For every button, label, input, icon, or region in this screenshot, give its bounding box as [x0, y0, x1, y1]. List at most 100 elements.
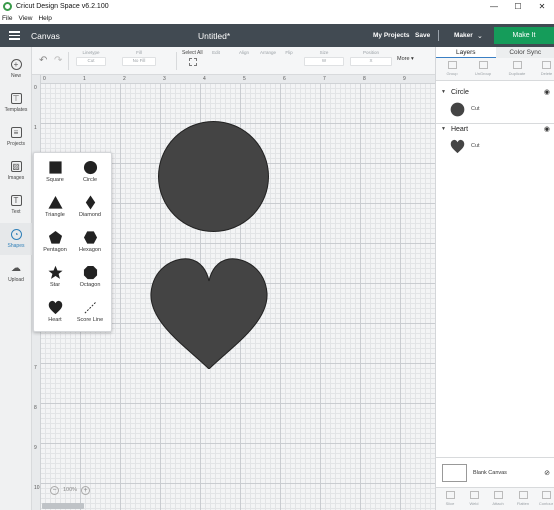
size-width-field[interactable]: W [304, 57, 344, 66]
sidebar-item-templates[interactable]: ⊤ Templates [0, 87, 32, 119]
hidden-eye-icon[interactable]: ⊘ [544, 469, 550, 477]
arrange-control[interactable]: Arrange [258, 50, 278, 55]
fill-label: Fill [136, 50, 142, 55]
redo-icon[interactable]: ↷ [54, 55, 62, 66]
close-button[interactable]: ✕ [530, 0, 554, 13]
ruler-top-number: 9 [403, 76, 406, 82]
duplicate-icon [512, 61, 522, 69]
shape-label: Square [46, 177, 64, 183]
heart-icon [48, 300, 62, 315]
edit-label: Edit [212, 50, 220, 55]
delete-button[interactable]: Delete [538, 61, 554, 76]
circle-shape[interactable] [158, 121, 269, 232]
menu-view[interactable]: View [18, 15, 32, 22]
circle-thumbnail [450, 102, 465, 116]
layer-header-circle[interactable]: ▼ Circle ◉ [436, 86, 554, 98]
fill-control[interactable]: Fill No Fill [122, 50, 156, 66]
size-control[interactable]: Size W [304, 50, 344, 66]
shape-hexagon[interactable]: Hexagon [72, 226, 108, 260]
sidebar-item-projects[interactable]: ≡ Projects [0, 121, 32, 153]
flatten-button[interactable]: Flatten [512, 491, 534, 506]
zoom-in-icon[interactable]: + [81, 485, 91, 495]
shape-star[interactable]: Star [37, 261, 73, 295]
visibility-eye-icon[interactable]: ◉ [544, 88, 550, 96]
hamburger-menu-icon[interactable] [9, 31, 20, 40]
menu-bar: File View Help [0, 13, 554, 24]
collapse-icon[interactable]: ▼ [441, 89, 446, 95]
sidebar-item-label: Shapes [7, 243, 25, 249]
horizontal-scrollbar[interactable] [42, 503, 84, 509]
machine-select[interactable]: Maker [454, 32, 473, 39]
minimize-button[interactable]: — [482, 0, 506, 13]
ruler-top-number: 0 [43, 76, 46, 82]
select-all-icon[interactable] [189, 58, 197, 66]
ruler-left-number: 9 [34, 445, 37, 451]
shape-heart[interactable]: Heart [37, 296, 73, 330]
shape-octagon[interactable]: Octagon [72, 261, 108, 295]
more-button[interactable]: More ▾ [397, 56, 414, 62]
flip-control[interactable]: Flip [282, 50, 296, 55]
position-control[interactable]: Position X [350, 50, 392, 66]
shape-diamond[interactable]: Diamond [72, 191, 108, 225]
slice-button[interactable]: Slice [440, 491, 460, 506]
shape-circle[interactable]: Circle [72, 156, 108, 190]
undo-icon[interactable]: ↶ [39, 55, 47, 66]
ungroup-label: UnGroup [474, 71, 492, 76]
layer-item-heart[interactable]: Cut [436, 135, 554, 157]
ungroup-button[interactable]: UnGroup [470, 61, 496, 76]
contour-button[interactable]: Contour [537, 491, 554, 506]
cricut-app-icon [3, 2, 12, 11]
layer-header-heart[interactable]: ▼ Heart ◉ [436, 123, 554, 135]
blank-canvas-swatch[interactable] [442, 464, 467, 482]
my-projects-button[interactable]: My Projects [373, 32, 410, 39]
save-button[interactable]: Save [415, 32, 430, 39]
group-button[interactable]: Group [440, 61, 464, 76]
tab-layers[interactable]: Layers [436, 47, 496, 58]
fill-select[interactable]: No Fill [122, 57, 156, 66]
sidebar-item-images[interactable]: ▨ Images [0, 155, 32, 187]
circle-icon [83, 160, 97, 175]
weld-button[interactable]: Weld [464, 491, 484, 506]
flatten-label: Flatten [516, 501, 530, 506]
blank-canvas-row[interactable]: Blank Canvas ⊘ [436, 457, 554, 487]
edit-control[interactable]: Edit [208, 50, 224, 55]
duplicate-label: Duplicate [508, 71, 526, 76]
tab-color-sync[interactable]: Color Sync [495, 47, 554, 58]
sidebar-item-label: Upload [8, 277, 24, 283]
layer-item-circle[interactable]: Cut [436, 98, 554, 120]
sidebar-item-new[interactable]: + New [0, 53, 32, 85]
make-it-button[interactable]: Make It [494, 27, 554, 44]
sidebar-item-shapes[interactable]: ◔ Shapes [0, 223, 32, 255]
layers-panel: Layers Color Sync Group UnGroup Duplicat… [435, 47, 554, 510]
shape-pentagon[interactable]: Pentagon [37, 226, 73, 260]
heart-shape[interactable] [149, 257, 269, 369]
attach-button[interactable]: Attach [488, 491, 508, 506]
toolbar-divider [176, 52, 177, 70]
linetype-select[interactable]: Cut [76, 57, 106, 66]
align-control[interactable]: Align [236, 50, 252, 55]
sidebar-item-text[interactable]: T Text [0, 189, 32, 221]
chevron-down-icon[interactable]: ⌄ [477, 32, 483, 40]
position-x-field[interactable]: X [350, 57, 392, 66]
shape-square[interactable]: Square [37, 156, 73, 190]
delete-label: Delete [540, 71, 553, 76]
ruler-horizontal [32, 75, 435, 84]
document-title[interactable]: Untitled* [198, 31, 230, 41]
zoom-out-icon[interactable]: − [50, 485, 59, 495]
position-label: Position [362, 50, 379, 55]
hexagon-icon [83, 231, 97, 244]
left-sidebar: + New ⊤ Templates ≡ Projects ▨ Images T … [0, 47, 32, 510]
shape-triangle[interactable]: Triangle [37, 191, 73, 225]
image-icon: ▨ [10, 161, 22, 172]
collapse-icon[interactable]: ▼ [441, 126, 446, 132]
menu-file[interactable]: File [2, 15, 12, 22]
visibility-eye-icon[interactable]: ◉ [544, 125, 550, 133]
flatten-icon [518, 491, 528, 499]
maximize-button[interactable]: ☐ [506, 0, 530, 13]
menu-help[interactable]: Help [38, 15, 51, 22]
sidebar-item-upload[interactable]: ☁ Upload [0, 257, 32, 289]
shape-score-line[interactable]: Score Line [72, 296, 108, 330]
square-icon [48, 161, 62, 174]
duplicate-button[interactable]: Duplicate [502, 61, 532, 76]
linetype-control[interactable]: Linetype Cut [76, 50, 106, 66]
